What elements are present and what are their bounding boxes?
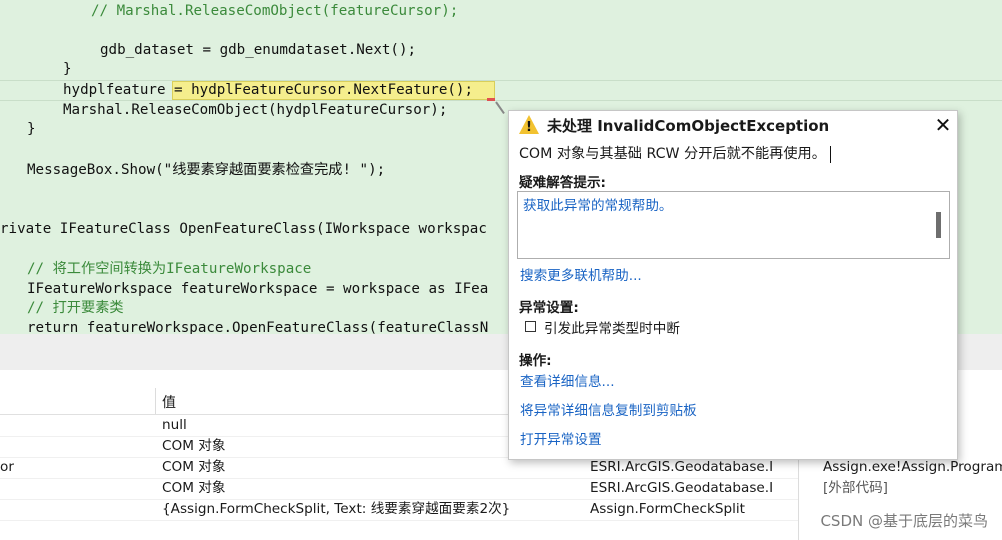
troubleshooting-label: 疑难解答提示: — [519, 175, 606, 191]
view-details-link[interactable]: 查看详细信息... — [520, 370, 615, 390]
break-on-exception-checkbox[interactable] — [525, 321, 536, 332]
row-value: {Assign.FormCheckSplit, Text: 线要素穿越面要素2次… — [162, 501, 511, 517]
code-line-12[interactable]: return featureWorkspace.OpenFeatureClass… — [27, 318, 488, 334]
value-column-header[interactable]: 值 — [162, 392, 176, 412]
exception-popup: ! 未处理 InvalidComObjectException ✕ COM 对象… — [508, 110, 958, 460]
row-type: ESRI.ArcGIS.Geodatabase.IFe — [590, 459, 773, 475]
code-line-3[interactable]: } — [63, 59, 72, 79]
code-line-11[interactable]: // 打开要素类 — [27, 298, 124, 318]
exception-title: 未处理 InvalidComObjectException — [547, 117, 830, 135]
row-name: or — [0, 459, 14, 475]
exception-message[interactable]: COM 对象与其基础 RCW 分开后就不能再使用。 — [519, 143, 831, 163]
code-line-10[interactable]: IFeatureWorkspace featureWorkspace = wor… — [27, 279, 488, 299]
code-line-exception[interactable]: hydplfeature = hydplFeatureCursor.NextFe… — [63, 80, 473, 100]
code-line-6[interactable]: } — [27, 119, 36, 139]
code-line-2[interactable]: gdb_dataset = gdb_enumdataset.Next(); — [100, 40, 416, 60]
general-help-link[interactable]: 获取此异常的常规帮助。 — [523, 194, 673, 214]
code-line-1[interactable]: // Marshal.ReleaseComObject(featureCurso… — [91, 1, 458, 21]
code-line-5[interactable]: Marshal.ReleaseComObject(hydplFeatureCur… — [63, 100, 447, 120]
error-squiggle — [487, 98, 495, 101]
text-caret — [829, 145, 831, 163]
column-separator[interactable] — [155, 388, 156, 414]
warning-icon-mark: ! — [526, 120, 532, 135]
break-on-exception-label[interactable]: 引发此异常类型时中断 — [544, 317, 680, 337]
scrollbar-thumb[interactable] — [936, 212, 941, 238]
code-line-8[interactable]: rivate IFeatureClass OpenFeatureClass(IW… — [0, 219, 487, 239]
table-row[interactable]: or COM 对象 ESRI.ArcGIS.Geodatabase.IFe — [0, 457, 798, 479]
row-type: ESRI.ArcGIS.Geodatabase.IFe — [590, 480, 773, 496]
row-type: Assign.FormCheckSplit — [590, 501, 746, 517]
search-online-help-link[interactable]: 搜索更多联机帮助... — [520, 264, 642, 284]
call-stack-row[interactable]: [外部代码] — [823, 478, 888, 499]
actions-label: 操作: — [519, 353, 552, 369]
code-line-9[interactable]: // 将工作空间转换为IFeatureWorkspace — [27, 259, 311, 279]
code-line-7[interactable]: MessageBox.Show("线要素穿越面要素检查完成! "); — [27, 160, 385, 180]
call-stack-row[interactable]: Assign.exe!Assign.Program. — [823, 457, 1002, 478]
exception-message-text: COM 对象与其基础 RCW 分开后就不能再使用。 — [519, 146, 826, 162]
row-value: COM 对象 — [162, 480, 226, 496]
table-row[interactable]: {Assign.FormCheckSplit, Text: 线要素穿越面要素2次… — [0, 499, 798, 521]
troubleshooting-box[interactable]: 获取此异常的常规帮助。 — [517, 191, 950, 259]
copy-details-link[interactable]: 将异常详细信息复制到剪贴板 — [520, 399, 697, 419]
table-row[interactable]: COM 对象 ESRI.ArcGIS.Geodatabase.IFe — [0, 478, 798, 500]
exception-settings-label: 异常设置: — [519, 300, 579, 316]
watermark: CSDN @基于底层的菜鸟 — [820, 512, 988, 530]
close-icon[interactable]: ✕ — [931, 113, 955, 137]
open-exception-settings-link[interactable]: 打开异常设置 — [520, 428, 602, 448]
popup-pointer-line — [495, 101, 505, 115]
row-value: null — [162, 417, 187, 433]
row-value: COM 对象 — [162, 459, 226, 475]
row-value: COM 对象 — [162, 438, 226, 454]
